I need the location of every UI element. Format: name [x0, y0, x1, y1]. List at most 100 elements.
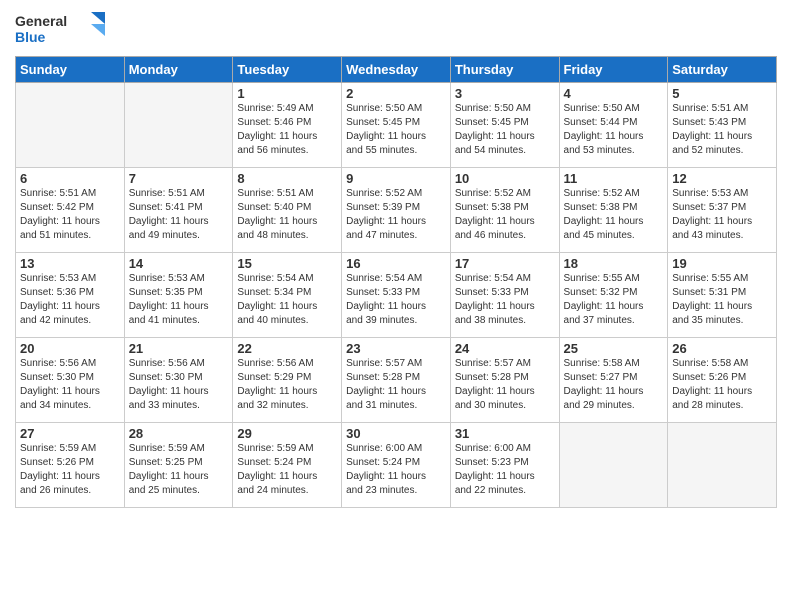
- day-detail: Sunrise: 5:56 AMSunset: 5:30 PMDaylight:…: [20, 357, 120, 413]
- day-detail: Sunrise: 5:49 AMSunset: 5:46 PMDaylight:…: [237, 102, 337, 158]
- calendar-cell: 5Sunrise: 5:51 AMSunset: 5:43 PMDaylight…: [668, 83, 777, 168]
- calendar-cell: 17Sunrise: 5:54 AMSunset: 5:33 PMDayligh…: [450, 253, 559, 338]
- day-detail: Sunrise: 5:56 AMSunset: 5:30 PMDaylight:…: [129, 357, 229, 413]
- day-detail: Sunrise: 5:51 AMSunset: 5:42 PMDaylight:…: [20, 187, 120, 243]
- day-number: 14: [129, 256, 229, 271]
- day-number: 23: [346, 341, 446, 356]
- day-number: 25: [564, 341, 664, 356]
- day-detail: Sunrise: 5:55 AMSunset: 5:32 PMDaylight:…: [564, 272, 664, 328]
- day-number: 27: [20, 426, 120, 441]
- day-detail: Sunrise: 5:54 AMSunset: 5:33 PMDaylight:…: [455, 272, 555, 328]
- calendar-cell: 31Sunrise: 6:00 AMSunset: 5:23 PMDayligh…: [450, 423, 559, 508]
- logo: General Blue: [15, 10, 105, 48]
- calendar-week-2: 6Sunrise: 5:51 AMSunset: 5:42 PMDaylight…: [16, 168, 777, 253]
- weekday-header-saturday: Saturday: [668, 57, 777, 83]
- day-number: 20: [20, 341, 120, 356]
- day-detail: Sunrise: 5:52 AMSunset: 5:39 PMDaylight:…: [346, 187, 446, 243]
- day-number: 12: [672, 171, 772, 186]
- day-number: 26: [672, 341, 772, 356]
- day-detail: Sunrise: 5:51 AMSunset: 5:40 PMDaylight:…: [237, 187, 337, 243]
- day-number: 11: [564, 171, 664, 186]
- calendar-table: SundayMondayTuesdayWednesdayThursdayFrid…: [15, 56, 777, 508]
- day-detail: Sunrise: 5:58 AMSunset: 5:27 PMDaylight:…: [564, 357, 664, 413]
- calendar-cell: 24Sunrise: 5:57 AMSunset: 5:28 PMDayligh…: [450, 338, 559, 423]
- day-number: 3: [455, 86, 555, 101]
- day-detail: Sunrise: 5:50 AMSunset: 5:44 PMDaylight:…: [564, 102, 664, 158]
- weekday-header-wednesday: Wednesday: [342, 57, 451, 83]
- day-detail: Sunrise: 5:53 AMSunset: 5:35 PMDaylight:…: [129, 272, 229, 328]
- svg-text:Blue: Blue: [15, 29, 46, 45]
- calendar-cell: 8Sunrise: 5:51 AMSunset: 5:40 PMDaylight…: [233, 168, 342, 253]
- weekday-header-friday: Friday: [559, 57, 668, 83]
- day-detail: Sunrise: 5:59 AMSunset: 5:26 PMDaylight:…: [20, 442, 120, 498]
- page: General Blue SundayMondayTuesdayWednesda…: [0, 0, 792, 523]
- calendar-week-5: 27Sunrise: 5:59 AMSunset: 5:26 PMDayligh…: [16, 423, 777, 508]
- day-detail: Sunrise: 5:50 AMSunset: 5:45 PMDaylight:…: [346, 102, 446, 158]
- calendar-cell: 10Sunrise: 5:52 AMSunset: 5:38 PMDayligh…: [450, 168, 559, 253]
- day-detail: Sunrise: 5:55 AMSunset: 5:31 PMDaylight:…: [672, 272, 772, 328]
- calendar-cell: 13Sunrise: 5:53 AMSunset: 5:36 PMDayligh…: [16, 253, 125, 338]
- weekday-header-thursday: Thursday: [450, 57, 559, 83]
- day-number: 15: [237, 256, 337, 271]
- day-number: 7: [129, 171, 229, 186]
- weekday-header-sunday: Sunday: [16, 57, 125, 83]
- day-detail: Sunrise: 5:57 AMSunset: 5:28 PMDaylight:…: [455, 357, 555, 413]
- day-number: 2: [346, 86, 446, 101]
- day-number: 17: [455, 256, 555, 271]
- calendar-cell: 19Sunrise: 5:55 AMSunset: 5:31 PMDayligh…: [668, 253, 777, 338]
- day-detail: Sunrise: 5:52 AMSunset: 5:38 PMDaylight:…: [564, 187, 664, 243]
- day-detail: Sunrise: 5:56 AMSunset: 5:29 PMDaylight:…: [237, 357, 337, 413]
- calendar-cell: 2Sunrise: 5:50 AMSunset: 5:45 PMDaylight…: [342, 83, 451, 168]
- day-number: 1: [237, 86, 337, 101]
- day-detail: Sunrise: 5:51 AMSunset: 5:43 PMDaylight:…: [672, 102, 772, 158]
- calendar-cell: 7Sunrise: 5:51 AMSunset: 5:41 PMDaylight…: [124, 168, 233, 253]
- day-detail: Sunrise: 6:00 AMSunset: 5:23 PMDaylight:…: [455, 442, 555, 498]
- svg-text:General: General: [15, 13, 67, 29]
- calendar-cell: 18Sunrise: 5:55 AMSunset: 5:32 PMDayligh…: [559, 253, 668, 338]
- day-detail: Sunrise: 5:58 AMSunset: 5:26 PMDaylight:…: [672, 357, 772, 413]
- day-detail: Sunrise: 5:54 AMSunset: 5:33 PMDaylight:…: [346, 272, 446, 328]
- calendar-cell: [124, 83, 233, 168]
- day-number: 18: [564, 256, 664, 271]
- calendar-cell: 22Sunrise: 5:56 AMSunset: 5:29 PMDayligh…: [233, 338, 342, 423]
- calendar-week-1: 1Sunrise: 5:49 AMSunset: 5:46 PMDaylight…: [16, 83, 777, 168]
- calendar-cell: 6Sunrise: 5:51 AMSunset: 5:42 PMDaylight…: [16, 168, 125, 253]
- logo-svg: General Blue: [15, 10, 105, 48]
- calendar-cell: 28Sunrise: 5:59 AMSunset: 5:25 PMDayligh…: [124, 423, 233, 508]
- day-detail: Sunrise: 5:59 AMSunset: 5:24 PMDaylight:…: [237, 442, 337, 498]
- day-number: 5: [672, 86, 772, 101]
- calendar-cell: 14Sunrise: 5:53 AMSunset: 5:35 PMDayligh…: [124, 253, 233, 338]
- calendar-cell: 11Sunrise: 5:52 AMSunset: 5:38 PMDayligh…: [559, 168, 668, 253]
- day-detail: Sunrise: 5:54 AMSunset: 5:34 PMDaylight:…: [237, 272, 337, 328]
- weekday-header-monday: Monday: [124, 57, 233, 83]
- calendar-cell: [668, 423, 777, 508]
- day-number: 6: [20, 171, 120, 186]
- calendar-week-3: 13Sunrise: 5:53 AMSunset: 5:36 PMDayligh…: [16, 253, 777, 338]
- calendar-cell: [559, 423, 668, 508]
- calendar-cell: 21Sunrise: 5:56 AMSunset: 5:30 PMDayligh…: [124, 338, 233, 423]
- day-number: 4: [564, 86, 664, 101]
- weekday-header-row: SundayMondayTuesdayWednesdayThursdayFrid…: [16, 57, 777, 83]
- calendar-cell: 1Sunrise: 5:49 AMSunset: 5:46 PMDaylight…: [233, 83, 342, 168]
- day-number: 29: [237, 426, 337, 441]
- day-number: 19: [672, 256, 772, 271]
- calendar-cell: 30Sunrise: 6:00 AMSunset: 5:24 PMDayligh…: [342, 423, 451, 508]
- day-number: 9: [346, 171, 446, 186]
- weekday-header-tuesday: Tuesday: [233, 57, 342, 83]
- day-number: 16: [346, 256, 446, 271]
- calendar-week-4: 20Sunrise: 5:56 AMSunset: 5:30 PMDayligh…: [16, 338, 777, 423]
- calendar-cell: 4Sunrise: 5:50 AMSunset: 5:44 PMDaylight…: [559, 83, 668, 168]
- day-number: 30: [346, 426, 446, 441]
- day-number: 31: [455, 426, 555, 441]
- calendar-cell: 16Sunrise: 5:54 AMSunset: 5:33 PMDayligh…: [342, 253, 451, 338]
- calendar-cell: 23Sunrise: 5:57 AMSunset: 5:28 PMDayligh…: [342, 338, 451, 423]
- calendar-cell: 20Sunrise: 5:56 AMSunset: 5:30 PMDayligh…: [16, 338, 125, 423]
- day-number: 8: [237, 171, 337, 186]
- calendar-cell: 15Sunrise: 5:54 AMSunset: 5:34 PMDayligh…: [233, 253, 342, 338]
- calendar-cell: 3Sunrise: 5:50 AMSunset: 5:45 PMDaylight…: [450, 83, 559, 168]
- day-detail: Sunrise: 5:57 AMSunset: 5:28 PMDaylight:…: [346, 357, 446, 413]
- day-number: 13: [20, 256, 120, 271]
- day-detail: Sunrise: 5:52 AMSunset: 5:38 PMDaylight:…: [455, 187, 555, 243]
- calendar-cell: 27Sunrise: 5:59 AMSunset: 5:26 PMDayligh…: [16, 423, 125, 508]
- day-number: 21: [129, 341, 229, 356]
